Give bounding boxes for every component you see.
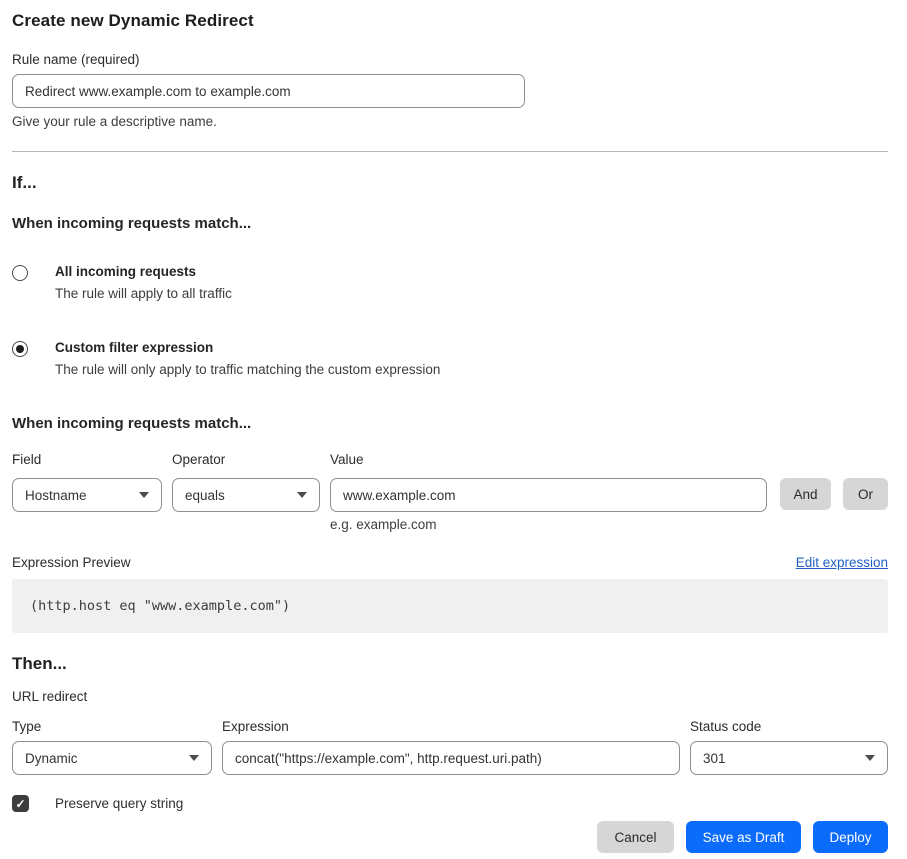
chevron-down-icon: [297, 492, 307, 498]
type-select-value: Dynamic: [25, 751, 78, 766]
operator-select-value: equals: [185, 488, 225, 503]
type-label: Type: [12, 719, 222, 734]
rule-name-label: Rule name (required): [12, 52, 888, 67]
rule-name-help: Give your rule a descriptive name.: [12, 114, 888, 129]
status-code-value: 301: [703, 751, 726, 766]
radio-description: The rule will apply to all traffic: [55, 286, 232, 301]
preserve-query-row[interactable]: ✓ Preserve query string: [12, 795, 888, 812]
then-heading: Then...: [12, 654, 888, 674]
edit-expression-link[interactable]: Edit expression: [796, 555, 888, 570]
field-select-value: Hostname: [25, 488, 87, 503]
rule-name-section: Rule name (required) Give your rule a de…: [12, 52, 888, 129]
cancel-button[interactable]: Cancel: [597, 821, 674, 853]
match-heading-2: When incoming requests match...: [12, 415, 888, 432]
radio-label: All incoming requests: [55, 264, 232, 279]
and-button[interactable]: And: [780, 478, 831, 510]
radio-icon[interactable]: [12, 265, 28, 281]
value-input[interactable]: [330, 478, 767, 512]
field-label: Field: [12, 452, 172, 467]
chevron-down-icon: [865, 755, 875, 761]
deploy-button[interactable]: Deploy: [813, 821, 888, 853]
status-code-select[interactable]: 301: [690, 741, 888, 775]
page-title: Create new Dynamic Redirect: [12, 11, 888, 31]
radio-all-incoming-requests[interactable]: All incoming requests The rule will appl…: [12, 264, 888, 301]
value-hint: e.g. example.com: [330, 517, 767, 532]
value-label: Value: [330, 452, 364, 467]
section-divider: [12, 151, 888, 152]
expression-preview-code: (http.host eq "www.example.com"): [12, 579, 888, 633]
or-button[interactable]: Or: [843, 478, 888, 510]
redirect-expression-input[interactable]: [222, 741, 680, 775]
chevron-down-icon: [139, 492, 149, 498]
url-redirect-label: URL redirect: [12, 689, 888, 704]
status-code-label: Status code: [690, 719, 761, 734]
radio-custom-filter-expression[interactable]: Custom filter expression The rule will o…: [12, 340, 888, 377]
save-as-draft-button[interactable]: Save as Draft: [686, 821, 801, 853]
match-heading-1: When incoming requests match...: [12, 215, 888, 232]
chevron-down-icon: [189, 755, 199, 761]
radio-description: The rule will only apply to traffic matc…: [55, 362, 440, 377]
checkbox-checked-icon[interactable]: ✓: [12, 795, 29, 812]
radio-label: Custom filter expression: [55, 340, 440, 355]
radio-icon[interactable]: [12, 341, 28, 357]
type-select[interactable]: Dynamic: [12, 741, 212, 775]
expression-label: Expression: [222, 719, 690, 734]
if-heading: If...: [12, 173, 888, 193]
operator-select[interactable]: equals: [172, 478, 320, 512]
preserve-query-label: Preserve query string: [55, 796, 183, 811]
expression-preview-label: Expression Preview: [12, 555, 131, 570]
field-select[interactable]: Hostname: [12, 478, 162, 512]
rule-name-input[interactable]: [12, 74, 525, 108]
operator-label: Operator: [172, 452, 330, 467]
